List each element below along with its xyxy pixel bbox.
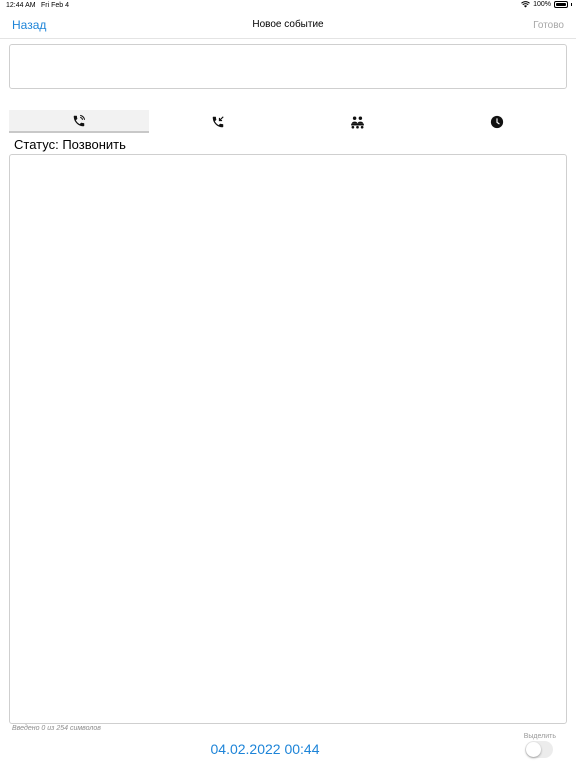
tab-meeting[interactable]	[288, 110, 428, 133]
page-title: Новое событие	[252, 19, 324, 30]
tab-outgoing-call[interactable]	[9, 110, 149, 133]
meeting-group-icon	[351, 116, 365, 129]
toggle-knob	[526, 742, 541, 757]
character-counter: Введено 0 из 254 символов	[12, 725, 101, 732]
note-textarea[interactable]	[9, 154, 567, 724]
status-right: 100%	[521, 1, 572, 8]
status-time: 12:44 AM	[6, 2, 36, 9]
tab-reminder[interactable]	[428, 110, 568, 133]
wifi-icon	[521, 1, 530, 8]
navigation-bar: Назад Новое событие Готово	[0, 13, 576, 39]
clock-icon	[491, 115, 504, 128]
battery-percent: 100%	[533, 1, 551, 8]
tab-incoming-call[interactable]	[149, 110, 289, 133]
highlight-label: Выделить	[523, 733, 556, 740]
highlight-toggle[interactable]	[525, 741, 553, 758]
status-bar: 12:44 AM Fri Feb 4 100%	[0, 0, 576, 12]
datetime-button[interactable]: 04.02.2022 00:44	[0, 741, 530, 757]
battery-icon	[554, 1, 568, 8]
event-type-tabs	[9, 110, 567, 133]
phone-outgoing-icon	[73, 114, 85, 126]
phone-incoming-icon	[213, 115, 224, 127]
event-title-field[interactable]	[9, 44, 567, 89]
status-label: Статус: Позвонить	[14, 137, 126, 152]
done-button[interactable]: Готово	[533, 20, 564, 31]
status-date: Fri Feb 4	[41, 2, 70, 9]
